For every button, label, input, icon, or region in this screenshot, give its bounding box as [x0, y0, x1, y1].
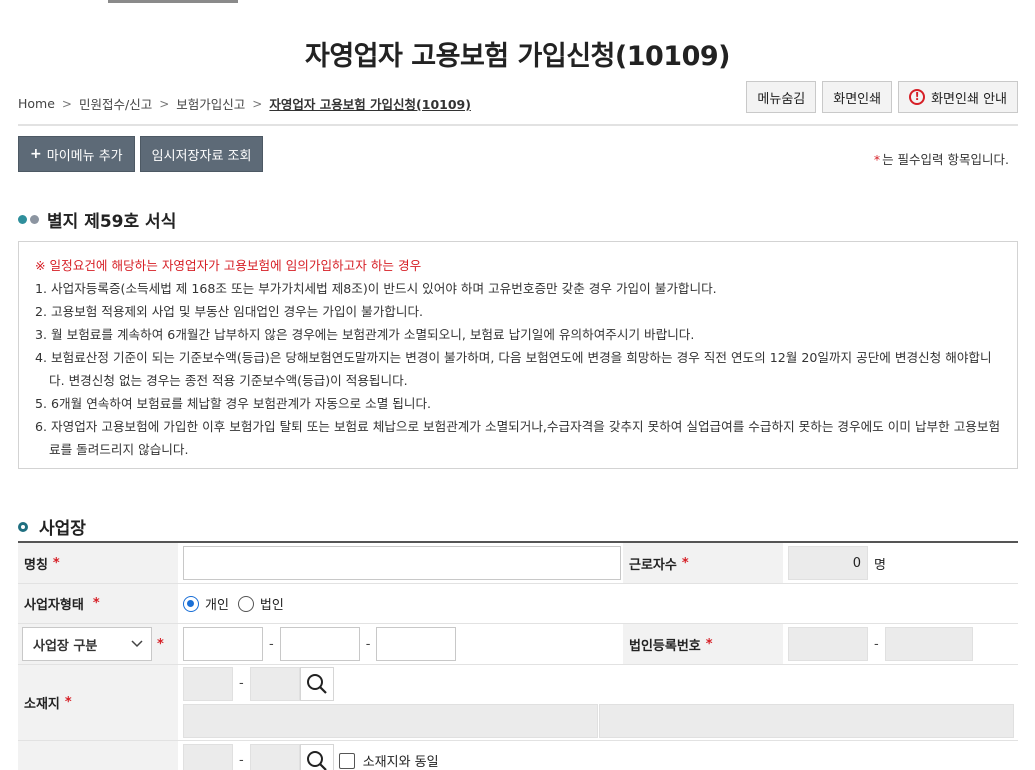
- notice-item: 4. 보험료산정 기준이 되는 기준보수액(등급)은 당해보험연도말까지는 변경…: [35, 350, 992, 388]
- add-my-menu-label: 마이메뉴 추가: [46, 148, 123, 164]
- biz-type-label: 사업자형태 *: [18, 584, 178, 623]
- same-as-location-checkbox[interactable]: [338, 752, 355, 769]
- notice-item: 5. 6개월 연속하여 보험료를 체납할 경우 보험관계가 자동으로 소멸 됩니…: [35, 396, 432, 411]
- employees-label: 근로자수 *: [623, 543, 783, 583]
- biz-reg-no-part3[interactable]: [376, 627, 457, 661]
- print-guide-button[interactable]: ! 화면인쇄 안내: [898, 81, 1018, 113]
- hide-menu-button[interactable]: 메뉴숨김: [746, 81, 817, 113]
- business-name-input[interactable]: [183, 546, 621, 580]
- page-utility-buttons: 메뉴숨김 화면인쇄 ! 화면인쇄 안내: [746, 81, 1018, 113]
- form-row-location: 소재지 * -: [18, 665, 1018, 741]
- breadcrumb-insurance-registration[interactable]: 보험가입신고: [176, 94, 245, 113]
- secondary-zip-part1: [183, 743, 233, 770]
- breadcrumb-current[interactable]: 자영업자 고용보험 가입신청(10109): [269, 94, 471, 113]
- print-guide-label: 화면인쇄 안내: [931, 91, 1007, 107]
- biz-division-cell: 사업장 구분 *: [18, 624, 178, 664]
- print-screen-button[interactable]: 화면인쇄: [822, 81, 893, 113]
- zip-code-part1: [183, 666, 233, 701]
- search-icon: [306, 750, 327, 770]
- business-section-heading: 사업장: [18, 514, 86, 539]
- same-as-location-label: 소재지와 동일: [362, 755, 439, 770]
- breadcrumb: Home > 민원접수/신고 > 보험가입신고 > 자영업자 고용보험 가입신청…: [18, 94, 471, 113]
- biz-division-select[interactable]: 사업장 구분: [22, 627, 152, 661]
- corp-reg-no-part2: [884, 627, 973, 661]
- biz-reg-no-part1[interactable]: [183, 627, 263, 661]
- secondary-location-label: [18, 741, 178, 770]
- name-label: 명칭 *: [18, 543, 178, 583]
- section-bullet-icon: [18, 215, 39, 224]
- required-field-note: * 는 필수입력 항목입니다.: [874, 149, 1009, 168]
- top-tab-indicator: [0, 0, 1035, 3]
- add-my-menu-button[interactable]: + 마이메뉴 추가: [18, 136, 135, 172]
- title-divider: [18, 124, 1018, 126]
- secondary-zip-part2: [249, 743, 300, 770]
- form-number-title: 별지 제59호 서식: [47, 212, 177, 232]
- radio-corporation[interactable]: [237, 595, 254, 612]
- secondary-address-search-button[interactable]: [299, 743, 334, 770]
- notice-item: 1. 사업자등록증(소득세법 제 168조 또는 부가가치세법 제8조)이 반드…: [35, 281, 717, 296]
- form-row-name: 명칭 * 근로자수 * 0 명: [18, 543, 1018, 584]
- notice-item: 6. 자영업자 고용보험에 가입한 이후 보험가입 탈퇴 또는 보험료 체납으로…: [35, 419, 1001, 457]
- exclamation-circle-icon: !: [909, 89, 926, 105]
- chevron-down-icon: [131, 640, 143, 648]
- temp-saved-lookup-button[interactable]: 임시저장자료 조회: [139, 136, 264, 172]
- notice-warning: ※ 일정요건에 해당하는 자영업자가 고용보험에 임의가입하고자 하는 경우: [35, 258, 422, 273]
- required-note-text: 는 필수입력 항목입니다.: [882, 152, 1009, 167]
- notice-box: ※ 일정요건에 해당하는 자영업자가 고용보험에 임의가입하고자 하는 경우 1…: [18, 241, 1018, 469]
- form-row-biz-division: 사업장 구분 * - - 법인등록번호 * -: [18, 624, 1018, 665]
- active-tab-accent: [108, 0, 238, 3]
- form-number-heading: 별지 제59호 서식: [18, 207, 176, 232]
- corp-reg-no-part1: [788, 627, 868, 661]
- search-icon: [306, 673, 327, 694]
- business-form-table: 명칭* 근로자수* 0 명 사업자형태* 개인 법인 사업장 구분 * -: [18, 541, 1018, 770]
- breadcrumb-home[interactable]: Home: [18, 96, 55, 111]
- business-section-title: 사업장: [39, 519, 86, 539]
- chevron-right-icon: >: [61, 96, 72, 111]
- plus-icon: +: [30, 146, 42, 162]
- address-search-button[interactable]: [299, 666, 334, 701]
- corp-reg-no-label: 법인등록번호 *: [623, 624, 783, 664]
- page-title: 자영업자 고용보험 가입신청(10109): [305, 41, 731, 72]
- breadcrumb-civil-petition[interactable]: 민원접수/신고: [79, 94, 152, 113]
- chevron-right-icon: >: [159, 96, 170, 111]
- form-row-biz-type: 사업자형태 * 개인 법인: [18, 584, 1018, 624]
- biz-reg-no-part2[interactable]: [279, 627, 360, 661]
- zip-code-part2: [249, 666, 300, 701]
- form-row-secondary-location: - 소재지와 동일: [18, 741, 1018, 770]
- address-line-2: [599, 704, 1014, 738]
- section-ring-icon: [18, 521, 28, 532]
- notice-item: 2. 고용보험 적용제외 사업 및 부동산 임대업인 경우는 가입이 불가합니다…: [35, 304, 424, 319]
- radio-corporation-label: 법인: [259, 598, 284, 613]
- radio-individual-label: 개인: [205, 598, 229, 613]
- radio-individual[interactable]: [183, 595, 199, 612]
- address-line-1: [183, 704, 598, 738]
- location-label: 소재지 *: [18, 665, 178, 740]
- employees-unit: 명: [874, 557, 886, 573]
- required-star: *: [873, 152, 881, 167]
- notice-item: 3. 월 보험료를 계속하여 6개월간 납부하지 않은 경우에는 보험관계가 소…: [35, 327, 695, 342]
- employees-count-field: 0: [788, 546, 868, 580]
- action-buttons: + 마이메뉴 추가 임시저장자료 조회: [18, 136, 264, 172]
- chevron-right-icon: >: [252, 96, 263, 111]
